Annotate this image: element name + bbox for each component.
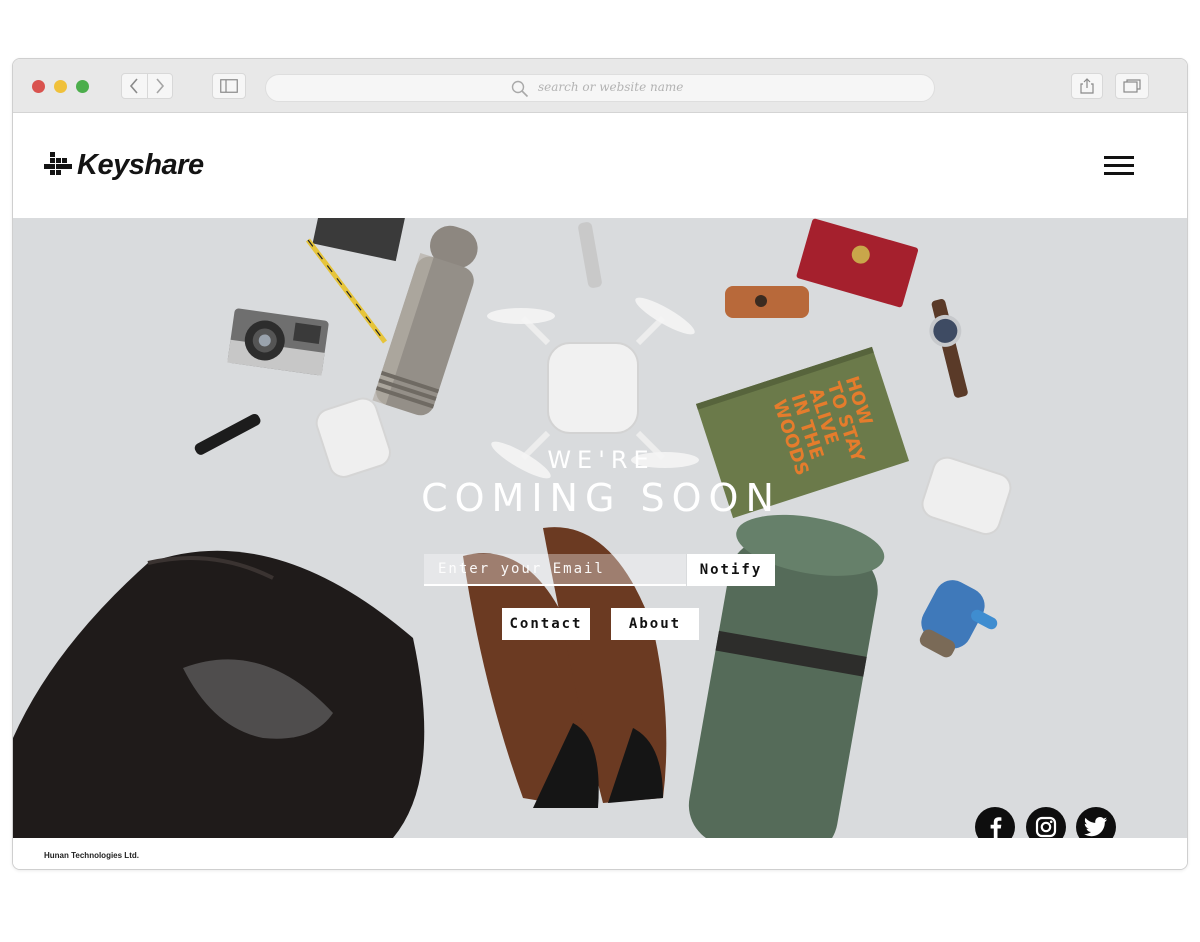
hamburger-line (1104, 156, 1134, 159)
brand-logo[interactable]: Keyshare (43, 149, 204, 182)
share-button[interactable] (1071, 73, 1103, 99)
email-input[interactable] (424, 554, 686, 586)
chevron-left-icon (130, 78, 138, 94)
sidebar-icon (220, 79, 238, 93)
menu-button[interactable] (1104, 156, 1134, 178)
site-footer: Hunan Technologies Ltd. (13, 838, 1187, 869)
headline-small: WE'RE (547, 446, 655, 474)
facebook-icon (990, 817, 1002, 838)
browser-toolbar: search or website name (13, 59, 1187, 113)
keyshare-logo-icon (44, 151, 72, 175)
address-placeholder: search or website name (538, 80, 684, 94)
footer-company: Hunan Technologies Ltd. (44, 851, 139, 860)
minimize-window-button[interactable] (54, 80, 67, 93)
instagram-icon (1035, 816, 1057, 838)
browser-window: search or website name Keyshare HOWTO ST… (12, 58, 1188, 870)
notify-button[interactable]: Notify (687, 554, 775, 586)
history-nav (121, 73, 173, 99)
headline-big: COMING SOON (421, 476, 781, 520)
chevron-right-icon (156, 78, 164, 94)
site-header: Keyshare (13, 114, 1187, 218)
back-button[interactable] (122, 74, 147, 98)
twitter-icon (1084, 817, 1107, 837)
address-bar[interactable]: search or website name (265, 74, 935, 102)
forward-button[interactable] (146, 74, 173, 98)
zoom-window-button[interactable] (76, 80, 89, 93)
search-icon (511, 80, 529, 98)
tabs-icon (1123, 79, 1141, 93)
brand-name: Keyshare (77, 149, 204, 181)
about-button[interactable]: About (611, 608, 699, 640)
hamburger-line (1104, 164, 1134, 167)
hero-section: HOWTO STAYALIVEIN THEWOODS WE'RE COMING … (13, 218, 1187, 838)
sidebar-toggle-button[interactable] (212, 73, 246, 99)
close-window-button[interactable] (32, 80, 45, 93)
hamburger-line (1104, 172, 1134, 175)
share-icon (1080, 78, 1094, 94)
tabs-overview-button[interactable] (1115, 73, 1149, 99)
contact-button[interactable]: Contact (502, 608, 590, 640)
hero-overlay: WE'RE COMING SOON Notify Contact About (13, 218, 1187, 838)
